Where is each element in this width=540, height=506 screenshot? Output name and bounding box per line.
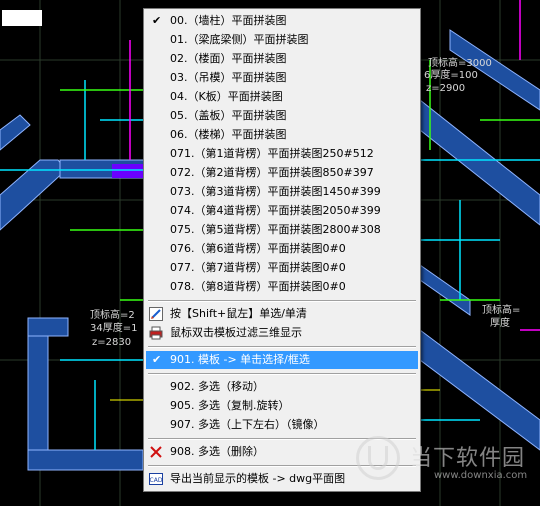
menu-item-076[interactable]: 076.（第6道背楞）平面拼装图0#0 — [146, 240, 418, 258]
cad-label: 厚度 — [490, 318, 510, 329]
menu-item-072[interactable]: 072.（第2道背楞）平面拼装图850#397 — [146, 164, 418, 182]
menu-item-078[interactable]: 078.（第8道背楞）平面拼装图0#0 — [146, 278, 418, 296]
watermark-logo-icon — [356, 436, 400, 480]
printer-icon — [149, 326, 163, 340]
menu-item-05[interactable]: 05.（盖板）平面拼装图 — [146, 107, 418, 125]
cad-label: z=2830 — [92, 337, 132, 348]
cad-icon: CAD — [149, 473, 163, 485]
watermark-url: www.downxia.com — [434, 470, 528, 481]
cad-label: 34厚度=1 — [90, 323, 138, 334]
menu-item-label: 908. 多选（删除） — [170, 445, 264, 458]
menu-item-label: 01.（梁底梁侧）平面拼装图 — [170, 33, 309, 46]
cad-label: 顶标高=2 — [90, 310, 135, 321]
menu-item-03[interactable]: 03.（吊模）平面拼装图 — [146, 69, 418, 87]
cad-label: 顶标高=3000 — [428, 58, 492, 69]
menu-item-905[interactable]: 905. 多选（复制.旋转） — [146, 397, 418, 415]
menu-item-077[interactable]: 077.（第7道背楞）平面拼装图0#0 — [146, 259, 418, 277]
watermark-name: 当下软件园 — [410, 446, 526, 471]
menu-separator — [148, 346, 416, 348]
pencil-icon — [149, 307, 163, 321]
watermark: 当下软件园 www.downxia.com — [352, 432, 540, 498]
menu-item-902[interactable]: 902. 多选（移动） — [146, 378, 418, 396]
menu-item-label: 078.（第8道背楞）平面拼装图0#0 — [170, 280, 346, 293]
menu-separator — [148, 300, 416, 302]
menu-item-label: 04.（K板）平面拼装图 — [170, 90, 283, 103]
menu-item-label: 鼠标双击模板过滤三维显示 — [170, 326, 302, 339]
menu-item-label: 06.（楼梯）平面拼装图 — [170, 128, 287, 141]
menu-item-label: 00.（墙柱）平面拼装图 — [170, 14, 287, 27]
menu-item-071[interactable]: 071.（第1道背楞）平面拼装图250#512 — [146, 145, 418, 163]
menu-item-label: 072.（第2道背楞）平面拼装图850#397 — [170, 166, 374, 179]
menu-item-074[interactable]: 074.（第4道背楞）平面拼装图2050#399 — [146, 202, 418, 220]
menu-item-label: 071.（第1道背楞）平面拼装图250#512 — [170, 147, 374, 160]
menu-item-label: 077.（第7道背楞）平面拼装图0#0 — [170, 261, 346, 274]
menu-item-label: 907. 多选（上下左右）（镜像） — [170, 418, 325, 431]
context-menu: ✔ 00.（墙柱）平面拼装图 01.（梁底梁侧）平面拼装图 02.（楼面）平面拼… — [143, 8, 421, 492]
menu-item-01[interactable]: 01.（梁底梁侧）平面拼装图 — [146, 31, 418, 49]
menu-item-label: 03.（吊模）平面拼装图 — [170, 71, 287, 84]
menu-item-label: 076.（第6道背楞）平面拼装图0#0 — [170, 242, 346, 255]
cad-label: 6厚度=100 — [424, 70, 478, 81]
menu-item-label: 导出当前显示的模板 -> dwg平面图 — [170, 472, 346, 485]
cad-icon-text: CAD — [150, 477, 163, 484]
menu-item-04[interactable]: 04.（K板）平面拼装图 — [146, 88, 418, 106]
menu-item-label: 902. 多选（移动） — [170, 380, 264, 393]
menu-item-901[interactable]: ✔ 901. 模板 -> 单击选择/框选 — [146, 351, 418, 369]
menu-item-label: 075.（第5道背楞）平面拼装图2800#308 — [170, 223, 381, 236]
menu-item-shift-select[interactable]: 按【Shift+鼠左】单选/单清 — [146, 305, 418, 323]
menu-item-label: 074.（第4道背楞）平面拼装图2050#399 — [170, 204, 381, 217]
menu-item-075[interactable]: 075.（第5道背楞）平面拼装图2800#308 — [146, 221, 418, 239]
menu-item-label: 05.（盖板）平面拼装图 — [170, 109, 287, 122]
checkmark-icon: ✔ — [152, 353, 162, 366]
cad-label: z=2900 — [426, 83, 466, 94]
menu-item-00[interactable]: ✔ 00.（墙柱）平面拼装图 — [146, 12, 418, 30]
menu-item-label: 901. 模板 -> 单击选择/框选 — [170, 353, 310, 366]
menu-separator — [148, 373, 416, 375]
menu-item-label: 905. 多选（复制.旋转） — [170, 399, 290, 412]
menu-item-label: 02.（楼面）平面拼装图 — [170, 52, 287, 65]
menu-item-dblclick-filter[interactable]: 鼠标双击模板过滤三维显示 — [146, 324, 418, 342]
menu-item-label: 按【Shift+鼠左】单选/单清 — [170, 307, 307, 320]
checkmark-icon: ✔ — [152, 14, 162, 27]
menu-item-06[interactable]: 06.（楼梯）平面拼装图 — [146, 126, 418, 144]
menu-item-label: 073.（第3道背楞）平面拼装图1450#399 — [170, 185, 381, 198]
drawing-title-box — [2, 10, 42, 26]
menu-item-02[interactable]: 02.（楼面）平面拼装图 — [146, 50, 418, 68]
menu-item-073[interactable]: 073.（第3道背楞）平面拼装图1450#399 — [146, 183, 418, 201]
cad-label: 顶标高= — [482, 305, 521, 316]
delete-icon — [150, 446, 162, 458]
